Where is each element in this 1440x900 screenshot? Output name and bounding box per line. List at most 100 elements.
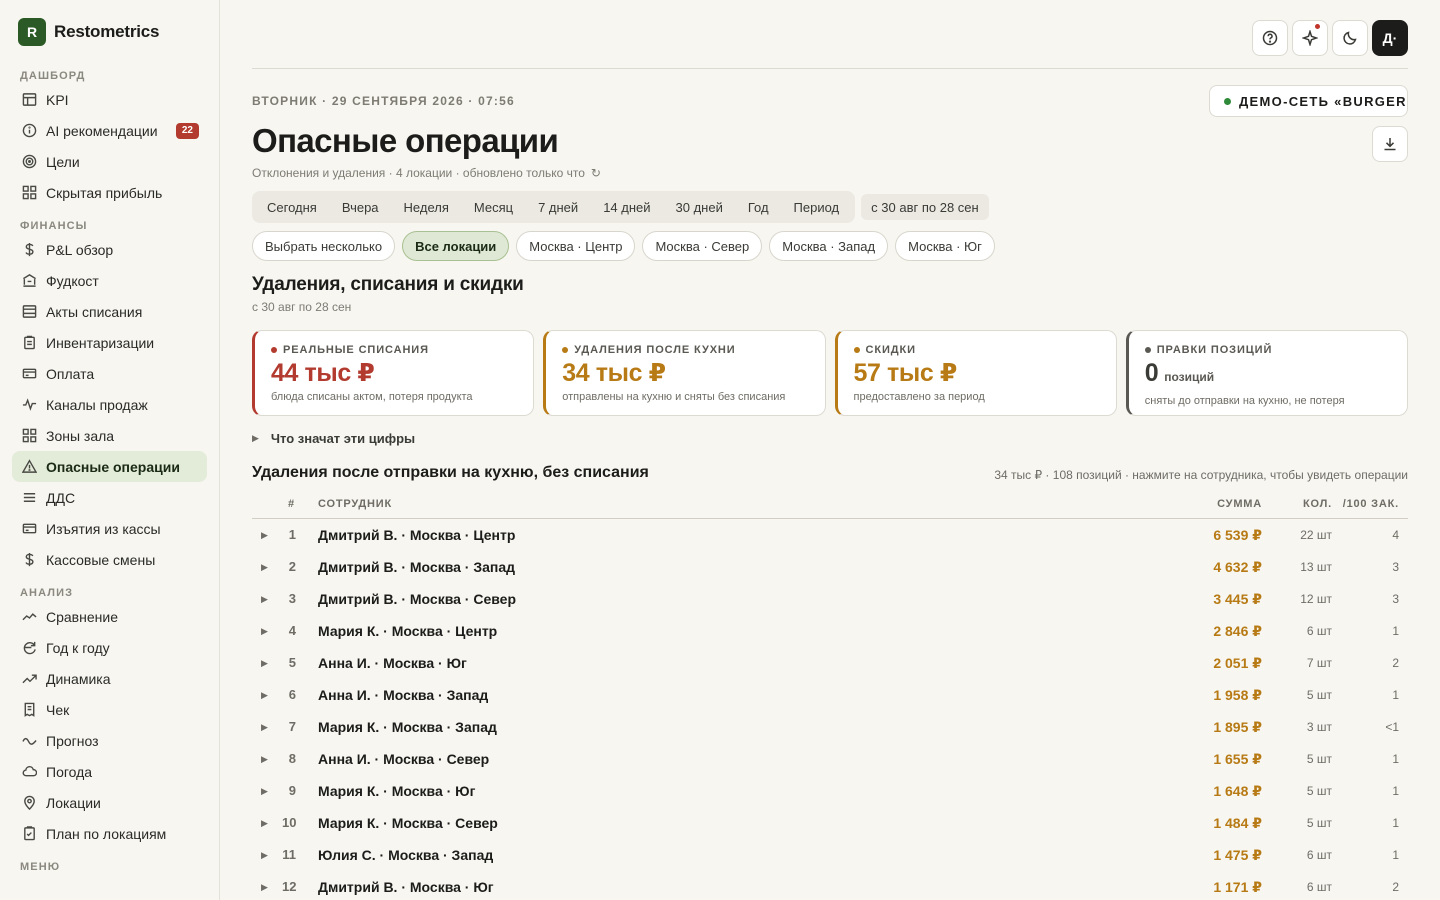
col-per[interactable]: /100 ЗАК. <box>1343 498 1399 510</box>
sidebar-item-чек[interactable]: Чек <box>12 694 207 725</box>
explain-toggle[interactable]: ▶ Что значат эти цифры <box>252 431 415 446</box>
table-row[interactable]: ▶ 3 Дмитрий В. · Москва · Север 3 445 ₽ 12 ш… <box>252 583 1408 615</box>
employee-name[interactable]: Мария К. · Москва · Центр <box>318 623 497 639</box>
employee-name[interactable]: Мария К. · Москва · Запад <box>318 719 497 735</box>
row-per-100: 3 <box>1392 592 1399 606</box>
expand-row-icon[interactable]: ▶ <box>261 626 268 637</box>
employee-name[interactable]: Дмитрий В. · Москва · Юг <box>318 879 494 895</box>
location-chip[interactable]: Выбрать несколько <box>252 231 396 261</box>
theme-toggle-button[interactable] <box>1332 20 1368 56</box>
sidebar-item-опасные-операции[interactable]: Опасные операции <box>12 451 207 482</box>
sidebar-item-kpi[interactable]: KPI <box>12 84 207 115</box>
table-row[interactable]: ▶ 4 Мария К. · Москва · Центр 2 846 ₽ 6 шт 1 <box>252 615 1408 647</box>
table-row[interactable]: ▶ 6 Анна И. · Москва · Запад 1 958 ₽ 5 шт 1 <box>252 679 1408 711</box>
sidebar-item-кассовые-смены[interactable]: Кассовые смены <box>12 544 207 575</box>
employee-name[interactable]: Мария К. · Москва · Север <box>318 815 498 831</box>
table-row[interactable]: ▶ 7 Мария К. · Москва · Запад 1 895 ₽ 3 шт <1 <box>252 711 1408 743</box>
employee-name[interactable]: Дмитрий В. · Москва · Запад <box>318 559 515 575</box>
network-selector[interactable]: ДЕМО-СЕТЬ «BURGER HOUSE» <box>1209 85 1408 117</box>
period-tab[interactable]: 14 дней <box>591 194 662 220</box>
sidebar-item-p-l-обзор[interactable]: P&L обзор <box>12 234 207 265</box>
expand-row-icon[interactable]: ▶ <box>261 530 268 541</box>
sidebar-item-сравнение[interactable]: Сравнение <box>12 601 207 632</box>
kpi-value-text: 57 тыс ₽ <box>853 359 958 387</box>
row-per-100: 1 <box>1392 816 1399 830</box>
sidebar-item-оплата[interactable]: Оплата <box>12 358 207 389</box>
period-range[interactable]: с 30 авг по 28 сен <box>861 194 989 220</box>
expand-row-icon[interactable]: ▶ <box>261 786 268 797</box>
sidebar-item-прогноз[interactable]: Прогноз <box>12 725 207 756</box>
help-icon <box>1262 30 1278 46</box>
expand-row-icon[interactable]: ▶ <box>261 722 268 733</box>
brand[interactable]: R Restometrics <box>0 0 219 64</box>
table-row[interactable]: ▶ 11 Юлия С. · Москва · Запад 1 475 ₽ 6 шт 1 <box>252 839 1408 871</box>
expand-row-icon[interactable]: ▶ <box>261 754 268 765</box>
employee-name[interactable]: Дмитрий В. · Москва · Север <box>318 591 516 607</box>
employee-name[interactable]: Мария К. · Москва · Юг <box>318 783 475 799</box>
location-chip[interactable]: Москва · Север <box>642 231 763 261</box>
sidebar-item-план-по-локациям[interactable]: План по локациям <box>12 818 207 849</box>
sidebar-item-локации[interactable]: Локации <box>12 787 207 818</box>
sidebar-item-зоны-зала[interactable]: Зоны зала <box>12 420 207 451</box>
location-chip[interactable]: Москва · Центр <box>516 231 636 261</box>
location-chip[interactable]: Москва · Запад <box>769 231 889 261</box>
trend-icon <box>20 670 38 688</box>
expand-row-icon[interactable]: ▶ <box>261 850 268 861</box>
user-avatar[interactable]: Д· <box>1372 20 1408 56</box>
ai-sparkle-button[interactable] <box>1292 20 1328 56</box>
download-button[interactable] <box>1372 126 1408 162</box>
receipt-icon <box>20 701 38 719</box>
table-row[interactable]: ▶ 10 Мария К. · Москва · Север 1 484 ₽ 5 шт 1 <box>252 807 1408 839</box>
period-tab[interactable]: Месяц <box>462 194 525 220</box>
expand-triangle-icon: ▶ <box>252 433 259 443</box>
sidebar-item-фудкост[interactable]: Фудкост <box>12 265 207 296</box>
period-tab[interactable]: Сегодня <box>255 194 329 220</box>
sidebar-item-каналы-продаж[interactable]: Каналы продаж <box>12 389 207 420</box>
sidebar-item-изъятия-из-кассы[interactable]: Изъятия из кассы <box>12 513 207 544</box>
expand-row-icon[interactable]: ▶ <box>261 658 268 669</box>
table-row[interactable]: ▶ 1 Дмитрий В. · Москва · Центр 6 539 ₽ 22 ш… <box>252 519 1408 551</box>
sidebar-item-цели[interactable]: Цели <box>12 146 207 177</box>
sidebar-item-акты-списания[interactable]: Акты списания <box>12 296 207 327</box>
sidebar-item-ддс[interactable]: ДДС <box>12 482 207 513</box>
table-row[interactable]: ▶ 12 Дмитрий В. · Москва · Юг 1 171 ₽ 6 шт 2 <box>252 871 1408 900</box>
location-chip[interactable]: Все локации <box>402 231 510 261</box>
table-row[interactable]: ▶ 9 Мария К. · Москва · Юг 1 648 ₽ 5 шт 1 <box>252 775 1408 807</box>
period-tab[interactable]: 30 дней <box>664 194 735 220</box>
kpi-value-text: 34 тыс ₽ <box>562 359 666 387</box>
employee-name[interactable]: Юлия С. · Москва · Запад <box>318 847 493 863</box>
table-row[interactable]: ▶ 5 Анна И. · Москва · Юг 2 051 ₽ 7 шт 2 <box>252 647 1408 679</box>
employee-name[interactable]: Анна И. · Москва · Юг <box>318 655 467 671</box>
period-tab[interactable]: Год <box>736 194 781 220</box>
refresh-icon[interactable]: ↻ <box>591 166 601 180</box>
employee-name[interactable]: Анна И. · Москва · Север <box>318 751 489 767</box>
period-tab[interactable]: Неделя <box>392 194 461 220</box>
employee-name[interactable]: Анна И. · Москва · Запад <box>318 687 488 703</box>
sidebar-item-label: Опасные операции <box>46 458 180 475</box>
table-row[interactable]: ▶ 2 Дмитрий В. · Москва · Запад 4 632 ₽ 13 ш… <box>252 551 1408 583</box>
expand-row-icon[interactable]: ▶ <box>261 882 268 893</box>
col-qty[interactable]: КОЛ. <box>1303 498 1332 510</box>
sidebar-item-инвентаризации[interactable]: Инвентаризации <box>12 327 207 358</box>
sidebar-item-динамика[interactable]: Динамика <box>12 663 207 694</box>
location-chip[interactable]: Москва · Юг <box>895 231 995 261</box>
expand-row-icon[interactable]: ▶ <box>261 690 268 701</box>
sidebar-item-ai-рекомендации[interactable]: AI рекомендации 22 <box>12 115 207 146</box>
expand-row-icon[interactable]: ▶ <box>261 594 268 605</box>
help-button[interactable] <box>1252 20 1288 56</box>
sidebar-item-год-к-году[interactable]: Год к году <box>12 632 207 663</box>
employee-name[interactable]: Дмитрий В. · Москва · Центр <box>318 527 515 543</box>
table-row[interactable]: ▶ 8 Анна И. · Москва · Север 1 655 ₽ 5 шт 1 <box>252 743 1408 775</box>
sidebar-item-погода[interactable]: Погода <box>12 756 207 787</box>
page-title: Опасные операции <box>252 122 559 159</box>
period-tab[interactable]: Период <box>782 194 852 220</box>
sidebar-item-скрытая-прибыль[interactable]: Скрытая прибыль <box>12 177 207 208</box>
expand-row-icon[interactable]: ▶ <box>261 562 268 573</box>
period-tab[interactable]: 7 дней <box>526 194 590 220</box>
col-sum[interactable]: СУММА <box>1217 498 1262 510</box>
expand-row-icon[interactable]: ▶ <box>261 818 268 829</box>
notification-dot <box>1315 24 1320 29</box>
kpi-card: РЕАЛЬНЫЕ СПИСАНИЯ 44 тыс ₽ блюда списаны а… <box>252 330 535 416</box>
col-name[interactable]: СОТРУДНИК <box>318 498 392 510</box>
period-tab[interactable]: Вчера <box>330 194 391 220</box>
